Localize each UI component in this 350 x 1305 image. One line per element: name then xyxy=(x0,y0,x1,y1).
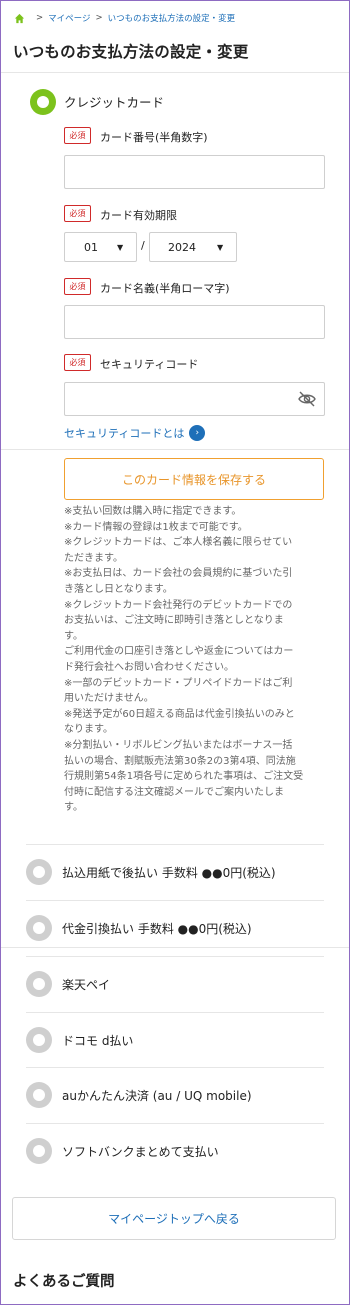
divider xyxy=(0,947,350,948)
expiry-month-select[interactable]: 01 ▼ xyxy=(64,232,137,262)
note-line: ※支払い回数は購入時に指定できます。 xyxy=(64,506,242,517)
radio-au[interactable] xyxy=(26,1082,52,1108)
note-line: ※分割払い・リボルビング払いまたはボーナス一括 xyxy=(64,739,293,751)
required-badge: 必須 xyxy=(64,127,91,144)
security-code-help-link[interactable]: セキュリティコードとは › xyxy=(64,425,206,441)
note-line: ※一部のデビットカード・プリペイドカードはご利 xyxy=(64,677,293,689)
note-line: ※クレジットカード会社発行のデビットカードでの xyxy=(64,599,293,611)
security-code-label: セキュリティコード xyxy=(100,358,199,371)
required-badge: 必須 xyxy=(64,278,91,295)
card-notes: ※支払い回数は購入時に指定できます。 ※カード情報の登録は1枚まで可能です。 ※… xyxy=(64,504,328,816)
security-code-help-text: セキュリティコードとは xyxy=(64,427,185,440)
note-line: 用いただけません。 xyxy=(64,693,154,705)
chevron-right-icon: › xyxy=(189,425,206,441)
option-label-softbank: ソフトバンクまとめて支払い xyxy=(62,1145,219,1159)
divider xyxy=(26,844,324,845)
home-icon[interactable] xyxy=(14,13,25,24)
breadcrumb-separator: > xyxy=(36,13,44,23)
divider xyxy=(26,956,324,957)
note-line: き落とし日となります。 xyxy=(64,583,173,595)
back-to-mypage-button[interactable]: マイページトップへ戻る xyxy=(12,1197,336,1240)
required-badge: 必須 xyxy=(64,205,91,222)
option-label-au: auかんたん決済 (au / UQ mobile) xyxy=(62,1089,252,1103)
divider xyxy=(0,72,350,73)
note-line: ※カード情報の登録は1枚まで可能です。 xyxy=(64,521,248,533)
note-line: ド発行会社へお問い合わせください。 xyxy=(64,661,234,673)
chevron-down-icon: ▼ xyxy=(217,242,224,252)
divider xyxy=(26,1067,324,1068)
breadcrumb-current[interactable]: いつものお支払方法の設定・変更 xyxy=(108,12,236,24)
expiry-year-value: 2024 xyxy=(168,240,196,254)
note-line: ただきます。 xyxy=(64,552,123,564)
divider xyxy=(26,1123,324,1124)
radio-softbank[interactable] xyxy=(26,1138,52,1164)
option-label-postpay: 払込用紙で後払い 手数料 ●●0円(税込) xyxy=(62,866,276,880)
option-label-rakuten-pay: 楽天ペイ xyxy=(62,978,111,992)
expiry-label: カード有効期限 xyxy=(100,209,177,222)
radio-cod[interactable] xyxy=(26,915,52,941)
option-label-docomo: ドコモ d払い xyxy=(62,1034,134,1048)
note-line: 付時に配信する注文確認メールでご案内いたしま xyxy=(64,786,284,798)
expiry-separator: / xyxy=(141,239,145,252)
breadcrumb-link-mypage[interactable]: マイページ xyxy=(48,12,90,24)
radio-credit-card[interactable] xyxy=(30,89,56,115)
faq-heading: よくあるご質問 xyxy=(13,1274,115,1290)
security-code-input[interactable] xyxy=(64,382,325,416)
chevron-down-icon: ▼ xyxy=(117,242,124,252)
note-line: ※発送予定が60日超える商品は代金引換払いのみと xyxy=(64,708,295,720)
note-line: お支払いは、ご注文時に即時引き落としとなりま xyxy=(64,615,284,627)
note-line: す。 xyxy=(64,802,83,814)
radio-rakuten-pay[interactable] xyxy=(26,971,52,997)
expiry-year-select[interactable]: 2024 ▼ xyxy=(149,232,237,262)
note-line: す。 xyxy=(64,630,83,642)
card-name-label: カード名義(半角ローマ字) xyxy=(100,282,230,295)
note-line: なります。 xyxy=(64,724,113,736)
note-line: ※クレジットカードは、ご本人様名義に限らせてい xyxy=(64,537,293,549)
breadcrumb-separator: > xyxy=(95,13,103,23)
breadcrumb: > マイページ > いつものお支払方法の設定・変更 xyxy=(14,11,235,25)
divider xyxy=(26,900,324,901)
card-number-input[interactable] xyxy=(64,155,325,189)
note-line: ご利用代金の口座引き落としや返金についてはカー xyxy=(64,646,294,658)
radio-postpay[interactable] xyxy=(26,859,52,885)
card-number-label: カード番号(半角数字) xyxy=(100,131,208,144)
card-name-input[interactable] xyxy=(64,305,325,339)
save-card-button[interactable]: このカード情報を保存する xyxy=(64,458,324,500)
note-line: ※お支払日は、カード会社の会員規約に基づいた引 xyxy=(64,568,293,580)
note-line: 行規則第54条1項各号に定められた事項は、ご注文受 xyxy=(64,771,304,783)
divider xyxy=(26,1012,324,1013)
divider xyxy=(0,449,350,450)
option-label-cod: 代金引換払い 手数料 ●●0円(税込) xyxy=(62,922,252,936)
expiry-month-value: 01 xyxy=(84,240,98,254)
note-line: 払いの場合、割賦販売法第30条2の3第4項、同法施 xyxy=(64,755,296,767)
option-label-credit-card: クレジットカード xyxy=(64,95,165,110)
page-title: いつものお支払方法の設定・変更 xyxy=(13,43,249,61)
required-badge: 必須 xyxy=(64,354,91,371)
eye-slash-icon[interactable] xyxy=(297,390,317,408)
radio-docomo[interactable] xyxy=(26,1027,52,1053)
